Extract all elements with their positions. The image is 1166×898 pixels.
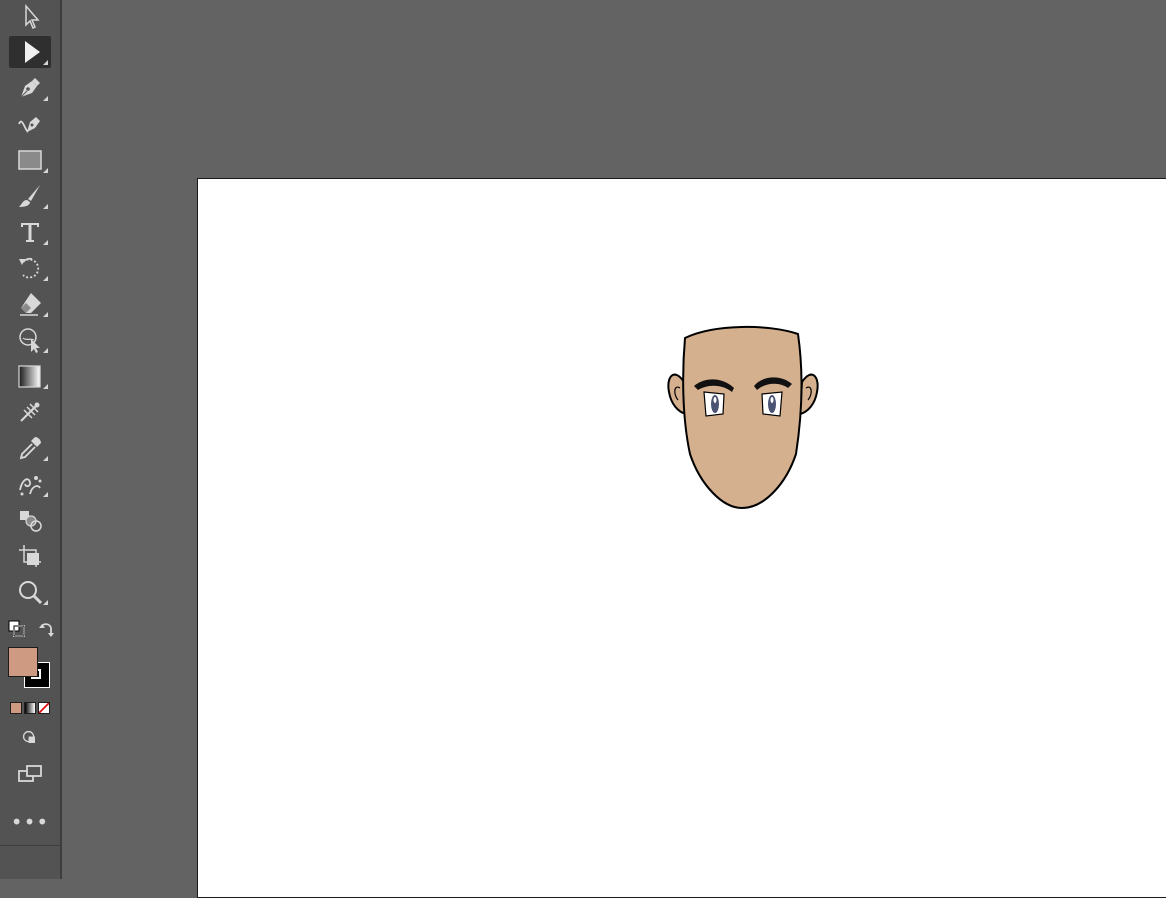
color-mode-button[interactable] xyxy=(10,702,22,714)
rectangle-tool[interactable] xyxy=(9,144,51,176)
none-slash-icon xyxy=(39,703,49,713)
flyout-indicator xyxy=(43,276,48,281)
flyout-indicator xyxy=(43,492,48,497)
flyout-indicator xyxy=(43,96,48,101)
blend-tool[interactable] xyxy=(9,504,51,536)
shape-builder-icon xyxy=(19,328,40,353)
rotate-icon xyxy=(19,257,40,279)
default-colors-icon xyxy=(8,620,25,637)
head-shape[interactable] xyxy=(682,325,803,510)
symbol-sprayer-icon xyxy=(19,476,42,496)
left-eye-highlight xyxy=(713,397,717,403)
arrow-outline-icon xyxy=(25,3,40,30)
selection-tool[interactable] xyxy=(9,1,51,33)
right-ear[interactable] xyxy=(798,373,819,416)
flyout-indicator xyxy=(43,204,48,209)
eraser-icon xyxy=(20,293,41,316)
swap-fill-stroke-button[interactable] xyxy=(36,618,58,640)
blend-icon xyxy=(20,511,42,532)
artboard-icon xyxy=(19,545,41,567)
direct-selection-tool[interactable] xyxy=(9,36,51,68)
artboard[interactable] xyxy=(197,178,1166,898)
default-fill-stroke-button[interactable] xyxy=(6,618,28,640)
screen-mode-button[interactable] xyxy=(9,758,51,790)
flyout-indicator xyxy=(43,240,48,245)
zoom-icon xyxy=(19,581,43,605)
flyout-indicator xyxy=(43,60,48,65)
pen-tool[interactable] xyxy=(9,72,51,104)
draw-mode-icon xyxy=(22,730,35,743)
zoom-tool[interactable] xyxy=(9,576,51,608)
flyout-indicator xyxy=(43,456,48,461)
paintbrush-tool[interactable] xyxy=(9,180,51,212)
toolbar-divider xyxy=(0,845,60,846)
flyout-indicator xyxy=(43,384,48,389)
type-tool[interactable] xyxy=(9,216,51,248)
swap-arrow-icon xyxy=(39,623,54,637)
flyout-indicator xyxy=(43,348,48,353)
screen-mode-icon xyxy=(18,765,42,782)
edit-toolbar-button[interactable]: ••• xyxy=(9,806,51,838)
symbol-sprayer-tool[interactable] xyxy=(9,468,51,500)
flyout-indicator xyxy=(43,168,48,173)
artboard-tool[interactable] xyxy=(9,540,51,572)
flyout-indicator xyxy=(43,600,48,605)
fill-swatch[interactable] xyxy=(8,647,38,677)
eraser-tool[interactable] xyxy=(9,288,51,320)
gradient-mode-button[interactable] xyxy=(24,702,36,714)
curvature-pen-icon xyxy=(18,117,40,133)
mesh-icon xyxy=(20,402,40,422)
right-eye-highlight xyxy=(770,397,774,403)
pen-icon xyxy=(20,78,40,98)
type-icon xyxy=(21,223,39,242)
rectangle-icon xyxy=(18,150,42,170)
eyedropper-icon xyxy=(19,437,41,460)
shape-builder-tool[interactable] xyxy=(9,324,51,356)
flyout-indicator xyxy=(43,312,48,317)
eyedropper-tool[interactable] xyxy=(9,432,51,464)
rotate-tool[interactable] xyxy=(9,252,51,284)
color-mode-buttons xyxy=(10,702,50,714)
face-illustration[interactable] xyxy=(664,322,824,512)
arrow-solid-icon xyxy=(25,41,40,63)
gradient-icon xyxy=(18,365,41,388)
curvature-tool[interactable] xyxy=(9,108,51,140)
brush-icon xyxy=(19,185,40,207)
tools-panel: ••• xyxy=(0,0,62,879)
drawing-mode-button[interactable] xyxy=(9,722,51,754)
gradient-tool[interactable] xyxy=(9,360,51,392)
mesh-tool[interactable] xyxy=(9,396,51,428)
none-mode-button[interactable] xyxy=(38,702,50,714)
